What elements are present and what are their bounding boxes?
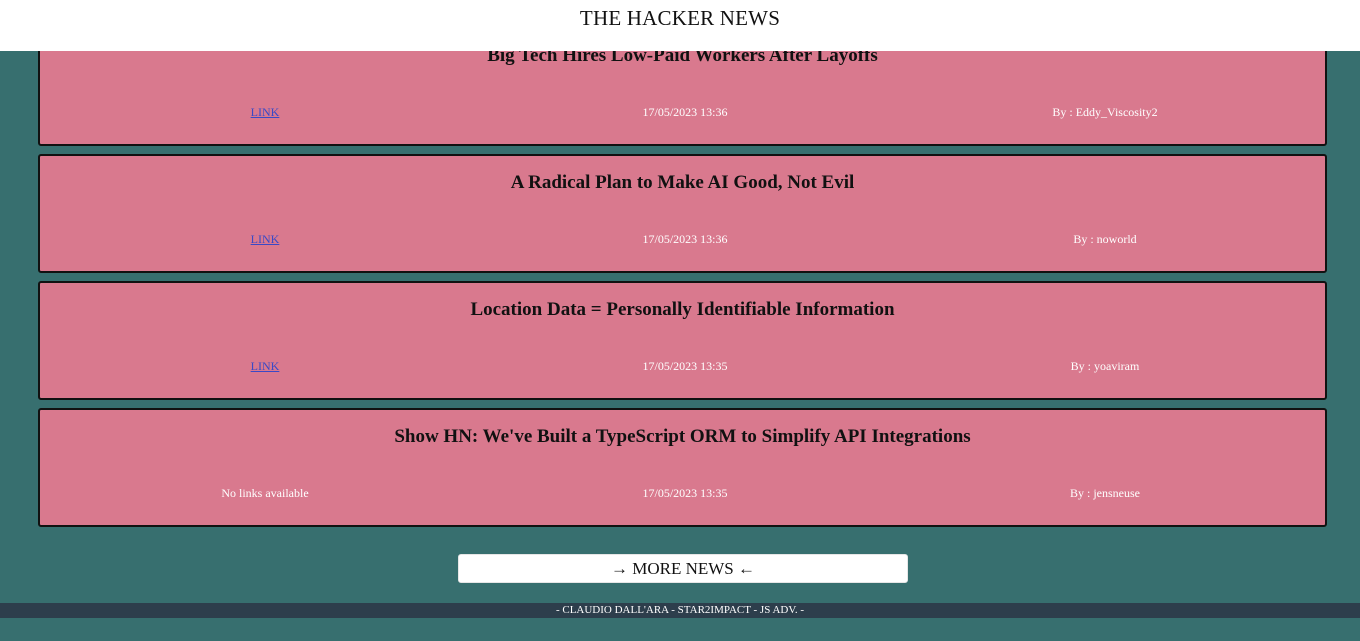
news-date: 17/05/2023 13:36	[642, 232, 728, 246]
news-link[interactable]: LINK	[251, 232, 280, 246]
news-date: 17/05/2023 13:36	[642, 105, 728, 119]
news-author: By : Eddy_Viscosity2	[1052, 105, 1158, 119]
news-author: By : noworld	[1073, 232, 1137, 246]
site-header: THE HACKER NEWS	[0, 0, 1360, 51]
news-card: Show HN: We've Built a TypeScript ORM to…	[38, 408, 1327, 527]
footer: - CLAUDIO DALL'ARA - STAR2IMPACT - JS AD…	[0, 603, 1360, 618]
news-date: 17/05/2023 13:35	[642, 486, 728, 500]
news-title: Location Data = Personally Identifiable …	[470, 299, 895, 320]
news-date: 17/05/2023 13:35	[642, 359, 728, 373]
more-news-button[interactable]: → MORE NEWS ←	[458, 554, 908, 583]
news-card: A Radical Plan to Make AI Good, Not Evil…	[38, 154, 1327, 273]
news-card: Location Data = Personally Identifiable …	[38, 281, 1327, 400]
news-author: By : jensneuse	[1070, 486, 1140, 500]
footer-text: - CLAUDIO DALL'ARA - STAR2IMPACT - JS AD…	[555, 604, 805, 616]
news-title: A Radical Plan to Make AI Good, Not Evil	[510, 172, 855, 193]
site-title: THE HACKER NEWS	[579, 6, 781, 30]
news-link[interactable]: LINK	[251, 359, 280, 373]
news-title: Show HN: We've Built a TypeScript ORM to…	[394, 426, 971, 447]
news-link[interactable]: LINK	[251, 105, 280, 119]
news-no-link: No links available	[221, 486, 309, 500]
news-link-cell: LINK	[190, 105, 340, 120]
news-link-cell: LINK	[190, 232, 340, 247]
news-link-cell: LINK	[190, 359, 340, 374]
news-author: By : yoaviram	[1070, 359, 1140, 373]
